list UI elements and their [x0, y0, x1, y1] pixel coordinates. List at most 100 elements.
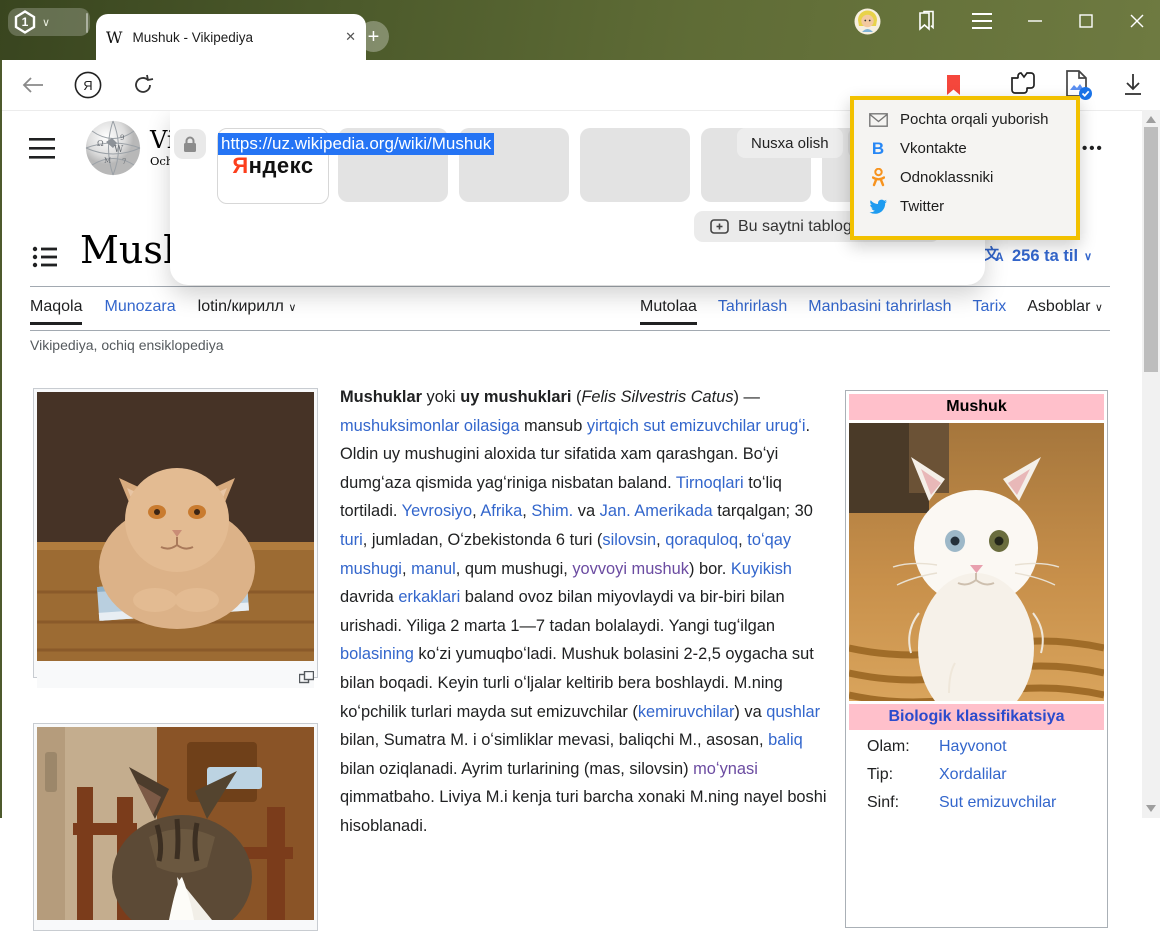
text-run: qimmatbaho. Liviya M.i kenja turi barcha…	[340, 788, 827, 835]
wiki-link[interactable]: Tirnoqlari	[676, 474, 744, 492]
languages-label: 256 ta til	[1012, 247, 1078, 266]
text-run: Felis Silvestris Catus	[581, 388, 733, 406]
site-subtitle: Vikipediya, ochiq ensiklopediya	[30, 337, 224, 353]
wiki-link[interactable]: erkaklari	[398, 588, 460, 606]
wiki-link[interactable]: yovvoyi mushuk	[572, 560, 689, 578]
tab-title: Mushuk - Vikipediya	[132, 30, 335, 45]
yandex-services-button[interactable]: Я	[72, 60, 104, 110]
infobox-row-label: Sinf:	[867, 794, 939, 812]
scrollbar-down-arrow[interactable]	[1146, 805, 1156, 812]
wikipedia-logo[interactable]: Ω W 9 M 7	[84, 118, 142, 183]
wiki-more-menu[interactable]: •••	[1082, 140, 1104, 157]
cream-cat-image	[37, 392, 314, 661]
wiki-link[interactable]: Afrika	[480, 502, 522, 520]
article-paragraph: Mushuklar yoki uy mushuklari (Felis Silv…	[340, 383, 834, 841]
share-menu-item-vkontakte[interactable]: B Vkontakte	[854, 134, 1076, 163]
scrollbar-thumb[interactable]	[1144, 127, 1158, 372]
browser-tab-active[interactable]: W Mushuk - Vikipediya ✕	[96, 14, 366, 60]
text-run: uy mushuklari	[460, 388, 571, 406]
wiki-link[interactable]: mushuksimonlar oilasiga	[340, 417, 519, 435]
reload-button[interactable]	[128, 60, 158, 110]
tab-close-icon[interactable]: ✕	[345, 29, 356, 45]
avatar[interactable]	[854, 8, 881, 35]
tableau-tile-placeholder[interactable]	[580, 128, 690, 202]
variant-selector[interactable]: lotin/кирилл ∨	[198, 298, 297, 316]
vk-icon: B	[867, 139, 889, 159]
infobox-row-link[interactable]: Hayvonot	[939, 738, 1007, 756]
title-divider	[30, 286, 1110, 287]
tab-group-button[interactable]: 1 ∨	[8, 8, 90, 36]
text-run: va	[573, 502, 599, 520]
infobox-row-link[interactable]: Xordalilar	[939, 766, 1007, 784]
article-image-tabby-cat[interactable]	[33, 723, 318, 931]
toc-list-icon	[32, 245, 58, 269]
tab-maqola[interactable]: Maqola	[30, 298, 82, 325]
tab-mutolaa[interactable]: Mutolaa	[640, 298, 697, 325]
text-run: , jumladan, Oʻzbekistonda 6 turi (	[363, 531, 603, 549]
toc-button[interactable]	[32, 245, 58, 274]
address-bar-url-selected[interactable]: https://uz.wikipedia.org/wiki/Mushuk	[218, 133, 494, 155]
languages-button[interactable]: 文 A 256 ta til ∨	[984, 246, 1092, 266]
wiki-link[interactable]: bolasining	[340, 645, 414, 663]
wiki-link[interactable]: qoraquloq	[665, 531, 738, 549]
wikipedia-favicon: W	[106, 28, 122, 47]
browser-menu-icon[interactable]	[971, 12, 993, 30]
page-scrollbar[interactable]	[1142, 110, 1160, 818]
wiki-link[interactable]: silovsin	[602, 531, 656, 549]
text-run: bilan oziqlanadi. Ayrim turlarining (mas…	[340, 760, 693, 778]
tab-tahrirlash[interactable]: Tahrirlash	[718, 298, 787, 316]
chevron-down-icon: ∨	[1084, 250, 1092, 263]
browser-titlebar: 1 ∨ W Mushuk - Vikipediya ✕ +	[0, 0, 1160, 60]
site-security-button[interactable]	[174, 129, 206, 159]
wiki-link[interactable]: turi	[340, 531, 363, 549]
infobox-row-link[interactable]: Sut emizuvchilar	[939, 794, 1056, 812]
share-menu-item-odnoklassniki[interactable]: Odnoklassniki	[854, 163, 1076, 192]
infobox-section-title: Biologik klassifikatsiya	[849, 704, 1104, 730]
white-kitten-image[interactable]	[849, 423, 1104, 701]
svg-text:Я: Я	[83, 78, 92, 93]
article-image-cream-cat[interactable]	[33, 388, 318, 678]
view-tabs: Mutolaa Tahrirlash Manbasini tahrirlash …	[640, 298, 1103, 325]
infobox-title: Mushuk	[849, 394, 1104, 420]
wiki-link[interactable]: Kuyikish	[731, 560, 792, 578]
wiki-link[interactable]: manul	[411, 560, 456, 578]
chevron-down-icon: ∨	[1095, 302, 1103, 314]
wiki-link[interactable]: baliq	[768, 731, 803, 749]
wiki-link[interactable]: moʻynasi	[693, 760, 758, 778]
tab-manbasini-tahrirlash[interactable]: Manbasini tahrirlash	[808, 298, 951, 316]
back-button[interactable]	[18, 60, 48, 110]
odnoklassniki-icon	[867, 168, 889, 187]
share-menu-item-email[interactable]: Pochta orqali yuborish	[854, 105, 1076, 134]
tab-group-badge: 1	[14, 10, 36, 34]
text-run: ,	[402, 560, 411, 578]
text-run: tarqalgan; 30	[713, 502, 813, 520]
text-run: ) —	[734, 388, 760, 406]
tab-munozara[interactable]: Munozara	[104, 298, 175, 316]
wiki-link[interactable]: kemiruvchilar	[638, 703, 735, 721]
copy-url-button[interactable]: Nusxa olish	[737, 128, 843, 158]
envelope-icon	[867, 113, 889, 127]
text-run: Mushuklar	[340, 388, 422, 406]
downloads-button[interactable]	[1118, 60, 1148, 110]
tools-menu[interactable]: Asboblar ∨	[1027, 298, 1103, 316]
scrollbar-up-arrow[interactable]	[1146, 116, 1156, 123]
wiki-link[interactable]: Yevrosiyo	[402, 502, 472, 520]
share-menu-item-twitter[interactable]: Twitter	[854, 192, 1076, 221]
tabby-cat-image	[37, 727, 314, 920]
tab-tarix[interactable]: Tarix	[972, 298, 1006, 316]
close-button[interactable]	[1128, 12, 1146, 30]
hamburger-icon	[28, 136, 58, 162]
text-run: ) va	[734, 703, 766, 721]
enlarge-icon[interactable]	[299, 671, 314, 684]
text-run: , qum mushugi,	[456, 560, 573, 578]
wiki-link[interactable]: yirtqich sut emizuvchilar urugʻi	[587, 417, 806, 435]
maximize-button[interactable]	[1077, 12, 1095, 30]
new-tab-button[interactable]: +	[358, 21, 389, 52]
wiki-link[interactable]: Jan. Amerikada	[600, 502, 713, 520]
wiki-link[interactable]: qushlar	[766, 703, 820, 721]
minimize-button[interactable]	[1026, 12, 1044, 30]
wiki-link[interactable]: Shim.	[531, 502, 573, 520]
bookmarks-panel-icon[interactable]	[914, 9, 938, 33]
wiki-main-menu-button[interactable]	[28, 136, 58, 167]
namespace-tabs: Maqola Munozara lotin/кирилл ∨	[30, 298, 296, 325]
